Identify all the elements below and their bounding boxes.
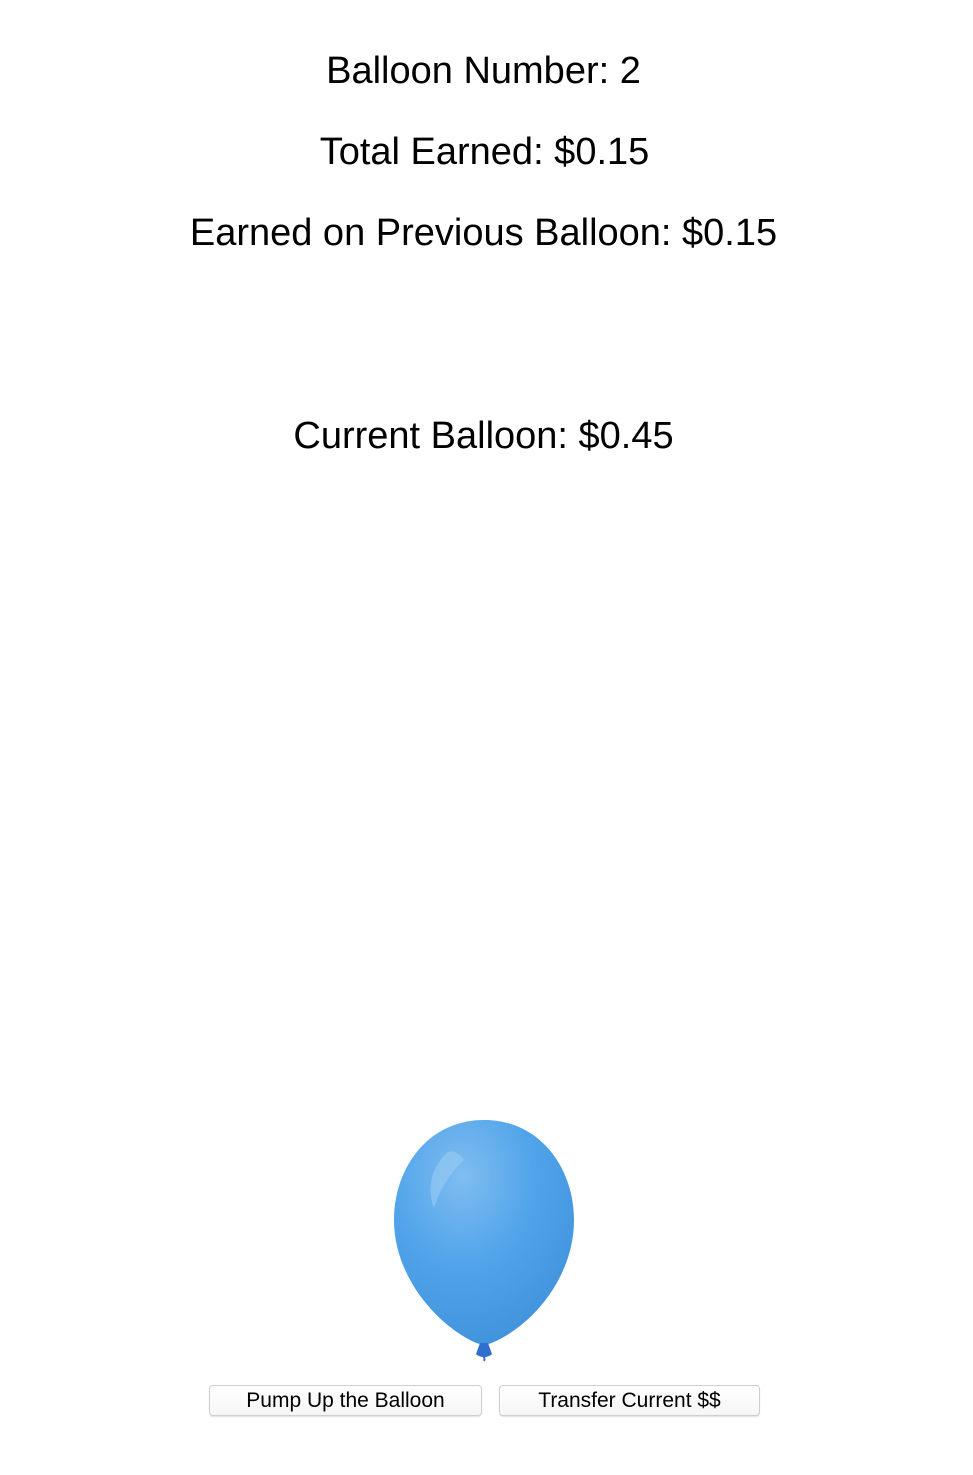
balloon-number-text: Balloon Number: 2: [326, 50, 641, 92]
transfer-money-button[interactable]: Transfer Current $$: [499, 1385, 760, 1416]
total-earned-text: Total Earned: $0.15: [319, 131, 650, 173]
pump-balloon-button[interactable]: Pump Up the Balloon: [209, 1385, 482, 1416]
earned-previous-balloon-text: Earned on Previous Balloon: $0.15: [189, 212, 778, 254]
current-balloon-text: Current Balloon: $0.45: [293, 415, 674, 457]
balloon-icon: [388, 1116, 580, 1362]
